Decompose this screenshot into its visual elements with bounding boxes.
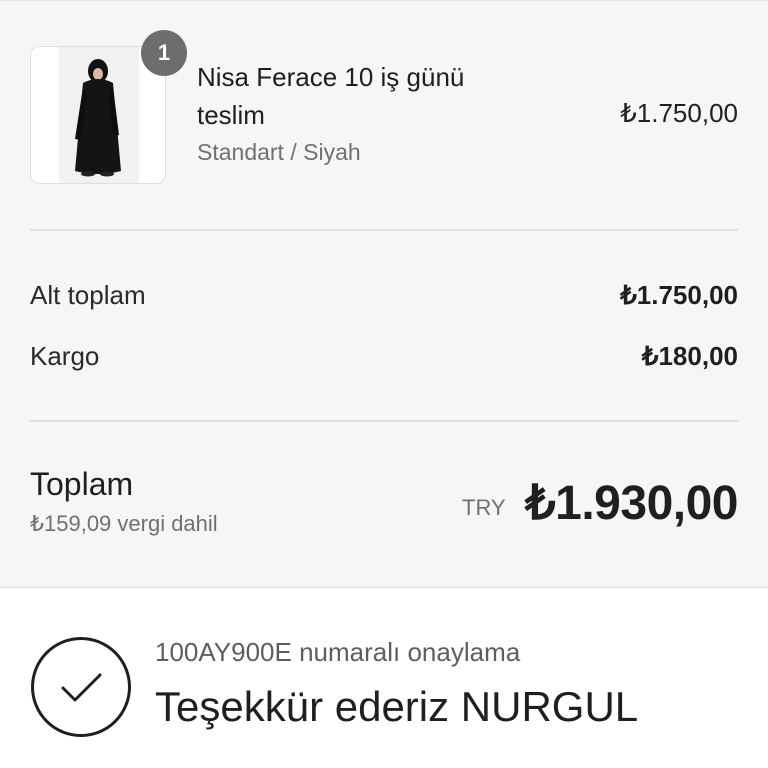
divider — [30, 420, 738, 422]
confirmation-number: 100AY900E numaralı onaylama — [155, 637, 521, 667]
check-circle-icon — [31, 637, 131, 737]
currency-code: TRY — [462, 495, 506, 520]
product-price: ₺1.750,00 — [620, 98, 738, 128]
thank-you-heading: Teşekkür ederiz NURGUL — [155, 683, 639, 730]
product-variant: Standart / Siyah — [197, 139, 361, 165]
product-name: Nisa Ferace 10 iş günü teslim — [197, 62, 465, 130]
subtotal-value: ₺1.750,00 — [620, 280, 738, 310]
order-summary: 1 Nisa Ferace 10 iş günü teslim Standart… — [0, 0, 768, 588]
line-item-thumbnail: 1 — [30, 30, 187, 184]
shipping-label: Kargo — [30, 341, 100, 371]
shipping-value: ₺180,00 — [641, 341, 738, 371]
product-photo-icon — [31, 47, 165, 183]
subtotal-label: Alt toplam — [30, 280, 146, 310]
grand-total-value: ₺1.930,00 — [525, 477, 738, 530]
divider — [30, 229, 738, 231]
total-label: Toplam — [30, 466, 134, 502]
tax-note: ₺159,09 vergi dahil — [30, 511, 218, 536]
quantity-badge: 1 — [141, 30, 187, 76]
